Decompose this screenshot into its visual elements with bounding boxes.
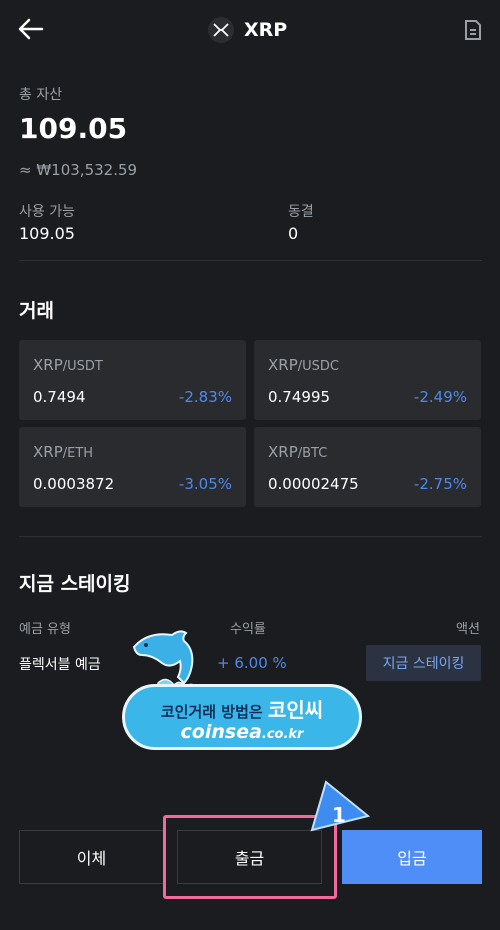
- staking-section-title: 지금 스테이킹: [19, 573, 131, 595]
- back-button[interactable]: [16, 14, 46, 44]
- pair-price: 0.0003872: [33, 475, 115, 493]
- pair-name: XRP/USDT: [33, 356, 103, 374]
- deposit-type-value: 플렉서블 예금: [19, 657, 101, 673]
- watermark-line1: 코인거래 방법은 코인씨: [160, 698, 324, 722]
- trade-pair-card[interactable]: XRP/USDT 0.7494 -2.83%: [19, 340, 246, 420]
- total-assets-value: 109.05: [19, 112, 128, 145]
- back-arrow-icon: [18, 18, 44, 40]
- transfer-button[interactable]: 이체: [19, 830, 164, 884]
- step-number: 1: [332, 803, 346, 827]
- coin-header: XRP: [208, 14, 287, 46]
- pair-name: XRP/USDC: [268, 356, 339, 374]
- pair-name: XRP/ETH: [33, 443, 94, 461]
- pair-change: -2.83%: [178, 388, 232, 406]
- pair-change: -3.05%: [178, 475, 232, 493]
- deposit-type-header: 예금 유형: [19, 622, 71, 637]
- pair-price: 0.7494: [33, 388, 86, 406]
- pair-change: -2.75%: [413, 475, 467, 493]
- krw-value: ≈ ₩103,532.59: [19, 161, 138, 179]
- available-label: 사용 가능: [19, 204, 75, 220]
- yield-header: 수익률: [230, 622, 266, 637]
- trade-pair-card[interactable]: XRP/USDC 0.74995 -2.49%: [254, 340, 481, 420]
- frozen-value: 0: [288, 224, 299, 243]
- trade-pair-card[interactable]: XRP/BTC 0.00002475 -2.75%: [254, 427, 481, 507]
- frozen-label: 동결: [288, 204, 314, 220]
- pair-change: -2.49%: [413, 388, 467, 406]
- document-button[interactable]: [462, 18, 484, 42]
- document-icon: [465, 20, 481, 40]
- stake-now-button[interactable]: 지금 스테이킹: [366, 645, 481, 681]
- pair-price: 0.74995: [268, 388, 331, 406]
- total-assets-label: 총 자산: [19, 87, 63, 103]
- watermark-line2: coinsea.co.kr: [180, 721, 304, 743]
- yield-value: + 6.00 %: [217, 654, 287, 672]
- pair-name: XRP/BTC: [268, 443, 328, 461]
- divider: [19, 536, 482, 537]
- available-value: 109.05: [19, 224, 75, 243]
- xrp-logo-icon: [208, 17, 234, 43]
- pair-price: 0.00002475: [268, 475, 359, 493]
- watermark-banner: 코인거래 방법은 코인씨 coinsea.co.kr: [122, 684, 362, 750]
- page-title: XRP: [244, 19, 288, 41]
- trade-section-title: 거래: [19, 300, 54, 322]
- action-header: 액션: [456, 622, 480, 637]
- step-marker: 1: [308, 778, 372, 834]
- divider: [19, 260, 482, 261]
- trade-pair-card[interactable]: XRP/ETH 0.0003872 -3.05%: [19, 427, 246, 507]
- deposit-button[interactable]: 입금: [342, 830, 482, 884]
